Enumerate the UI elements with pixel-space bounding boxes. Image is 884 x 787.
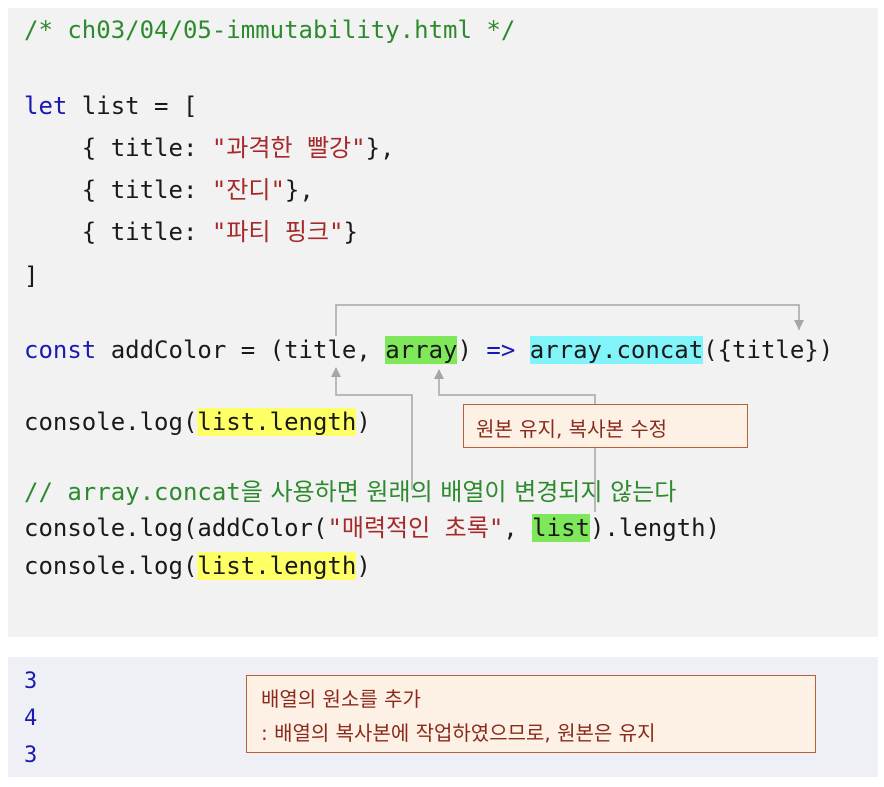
- item-suffix: },: [284, 176, 314, 204]
- fn-body-end: ({title}): [703, 336, 834, 364]
- list-decl-text: list = [: [67, 92, 198, 120]
- comment-text: 을 사용하면 원래의 배열이 변경되지 않는다: [240, 478, 677, 506]
- item-prefix: { title:: [24, 134, 212, 162]
- note-keep-original: 원본 유지, 복사본 수정: [463, 404, 748, 448]
- output-line-2: 4: [24, 706, 38, 731]
- log-call: console.log(: [24, 408, 198, 436]
- list-item-1: { title: "과격한 빨강"},: [24, 132, 395, 164]
- array-param-highlight: array: [385, 336, 458, 364]
- item-string: "파티 핑크": [211, 218, 344, 246]
- note-line-2: : 배열의 복사본에 작업하였으므로, 원본은 유지: [261, 721, 656, 745]
- log-call: console.log(: [24, 552, 198, 580]
- item-prefix: { title:: [24, 218, 212, 246]
- item-suffix: },: [365, 134, 395, 162]
- list-length-highlight: list.length: [197, 552, 357, 580]
- list-close-bracket: ]: [24, 262, 39, 290]
- list-length-highlight: list.length: [197, 408, 357, 436]
- output-line-1: 3: [24, 669, 38, 694]
- note-add-element: 배열의 원소를 추가 : 배열의 복사본에 작업하였으므로, 원본은 유지: [246, 675, 816, 753]
- arrow-operator: =>: [486, 336, 516, 364]
- log-call: console.log(addColor(: [24, 514, 328, 542]
- color-string: "매력적인 초록": [327, 514, 504, 542]
- item-prefix: { title:: [24, 176, 212, 204]
- list-item-2: { title: "잔디"},: [24, 174, 314, 206]
- comment-code: // array.concat: [24, 478, 241, 506]
- fn-space: [515, 336, 529, 364]
- comma: ,: [503, 514, 533, 542]
- fn-params: addColor = (title,: [96, 336, 386, 364]
- log-line-2: console.log(addColor("매력적인 초록", list).le…: [24, 512, 720, 544]
- log-line-3: console.log(list.length): [24, 550, 371, 582]
- note-line-1: 배열의 원소를 추가: [261, 687, 421, 711]
- const-keyword: const: [24, 336, 97, 364]
- log-close: ).length): [589, 514, 721, 542]
- list-arg-highlight: list: [532, 514, 590, 542]
- item-suffix: }: [343, 218, 358, 246]
- let-keyword: let: [24, 92, 68, 120]
- log-line-1: console.log(list.length): [24, 406, 371, 438]
- item-string: "과격한 빨강": [211, 134, 366, 162]
- concat-comment: // array.concat을 사용하면 원래의 배열이 변경되지 않는다: [24, 476, 676, 508]
- header-comment: /* ch03/04/05-immutability.html */: [24, 16, 516, 44]
- log-close: ): [356, 552, 371, 580]
- addcolor-declaration: const addColor = (title, array) => array…: [24, 334, 833, 366]
- fn-paren: ): [457, 336, 487, 364]
- concat-highlight: array.concat: [529, 336, 704, 364]
- list-item-3: { title: "파티 핑크"}: [24, 216, 358, 248]
- output-line-3: 3: [24, 743, 38, 768]
- log-close: ): [356, 408, 371, 436]
- list-declaration: let list = [: [24, 90, 197, 122]
- item-string: "잔디": [211, 176, 285, 204]
